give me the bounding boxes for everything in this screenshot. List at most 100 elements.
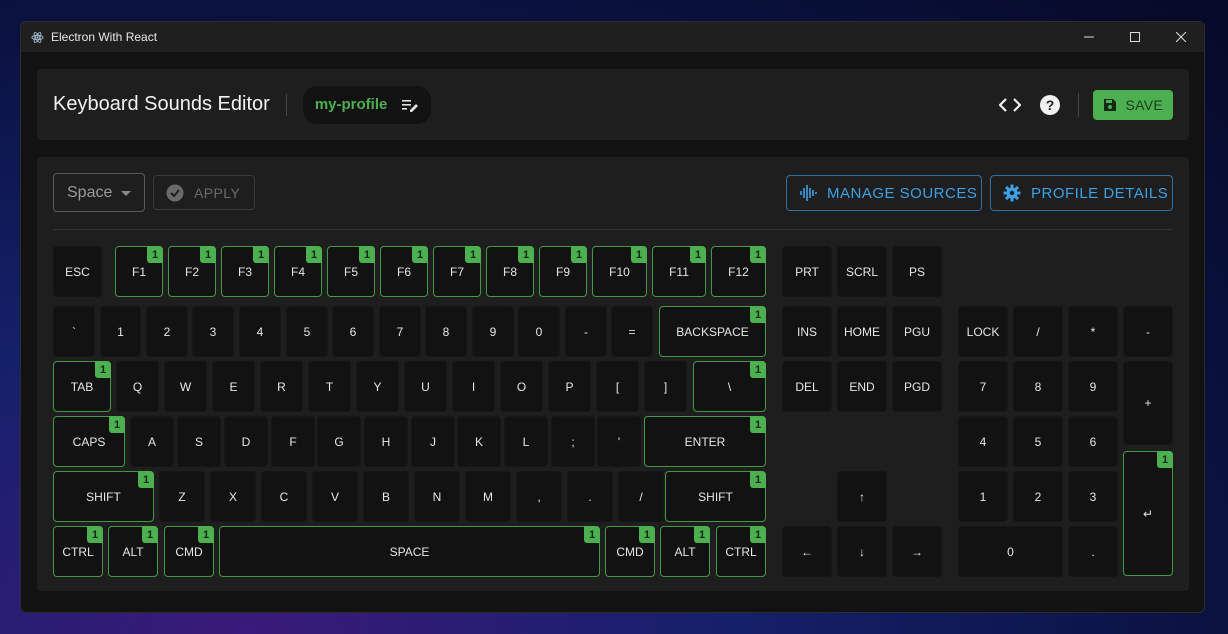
key-t[interactable]: T	[308, 361, 351, 412]
key-8[interactable]: 8	[425, 306, 467, 357]
key-4[interactable]: 4	[239, 306, 281, 357]
key-j[interactable]: J	[411, 416, 455, 467]
key-rbracket[interactable]: ]	[644, 361, 687, 412]
key-p[interactable]: P	[548, 361, 591, 412]
key-numsub[interactable]: -	[1123, 306, 1173, 357]
key-6[interactable]: 6	[332, 306, 374, 357]
key-slash[interactable]: /	[618, 471, 664, 522]
key-x[interactable]: X	[210, 471, 256, 522]
key-lctrl[interactable]: CTRL 1	[53, 526, 103, 577]
key-backtick[interactable]: `	[53, 306, 95, 357]
key-period[interactable]: .	[567, 471, 613, 522]
key-f[interactable]: F	[271, 416, 315, 467]
key-f12[interactable]: F12 1	[711, 246, 766, 297]
key-lalt[interactable]: ALT 1	[108, 526, 158, 577]
minimize-icon[interactable]	[1066, 22, 1112, 52]
key-num9[interactable]: 9	[1068, 361, 1118, 412]
key-ps[interactable]: PS	[892, 246, 942, 297]
key-f9[interactable]: F9 1	[539, 246, 587, 297]
key-d[interactable]: D	[224, 416, 268, 467]
key-quote[interactable]: '	[597, 416, 641, 467]
key-equals[interactable]: =	[611, 306, 653, 357]
key-f10[interactable]: F10 1	[592, 246, 647, 297]
key-f2[interactable]: F2 1	[168, 246, 216, 297]
key-scrl[interactable]: SCRL	[837, 246, 887, 297]
key-numdiv[interactable]: /	[1013, 306, 1063, 357]
key-lshift[interactable]: SHIFT 1	[53, 471, 154, 522]
key-numenter[interactable]: ↵ 1	[1123, 451, 1173, 576]
close-icon[interactable]	[1158, 22, 1204, 52]
key-select[interactable]: Space	[53, 173, 145, 212]
key-i[interactable]: I	[452, 361, 495, 412]
key-up[interactable]: ↑	[837, 471, 887, 522]
key-z[interactable]: Z	[159, 471, 205, 522]
key-num6[interactable]: 6	[1068, 416, 1118, 467]
key-l[interactable]: L	[504, 416, 548, 467]
key-g[interactable]: G	[317, 416, 361, 467]
key-down[interactable]: ↓	[837, 526, 887, 577]
key-semicolon[interactable]: ;	[551, 416, 595, 467]
code-icon[interactable]	[996, 91, 1024, 119]
key-left[interactable]: ←	[782, 526, 832, 577]
key-q[interactable]: Q	[116, 361, 159, 412]
key-v[interactable]: V	[312, 471, 358, 522]
key-num7[interactable]: 7	[958, 361, 1008, 412]
key-b[interactable]: B	[363, 471, 409, 522]
key-c[interactable]: C	[261, 471, 307, 522]
key-0[interactable]: 0	[518, 306, 560, 357]
key-rcmd[interactable]: CMD 1	[605, 526, 655, 577]
key-a[interactable]: A	[130, 416, 174, 467]
maximize-icon[interactable]	[1112, 22, 1158, 52]
key-3[interactable]: 3	[192, 306, 234, 357]
key-num1[interactable]: 1	[958, 471, 1008, 522]
manage-sources-button[interactable]: MANAGE SOURCES	[786, 175, 982, 211]
key-ins[interactable]: INS	[782, 306, 832, 357]
key-e[interactable]: E	[212, 361, 255, 412]
key-f3[interactable]: F3 1	[221, 246, 269, 297]
key-2[interactable]: 2	[146, 306, 188, 357]
key-lbracket[interactable]: [	[596, 361, 639, 412]
key-space[interactable]: SPACE 1	[219, 526, 600, 577]
profile-details-button[interactable]: PROFILE DETAILS	[990, 175, 1173, 211]
key-numdot[interactable]: .	[1068, 526, 1118, 577]
key-num2[interactable]: 2	[1013, 471, 1063, 522]
key-f11[interactable]: F11 1	[652, 246, 706, 297]
key-w[interactable]: W	[164, 361, 207, 412]
key-comma[interactable]: ,	[516, 471, 562, 522]
key-m[interactable]: M	[465, 471, 511, 522]
key-f1[interactable]: F1 1	[115, 246, 163, 297]
key-k[interactable]: K	[457, 416, 501, 467]
key-y[interactable]: Y	[356, 361, 399, 412]
help-icon[interactable]: ?	[1036, 91, 1064, 119]
key-r[interactable]: R	[260, 361, 303, 412]
key-n[interactable]: N	[414, 471, 460, 522]
key-9[interactable]: 9	[472, 306, 514, 357]
key-del[interactable]: DEL	[782, 361, 832, 412]
key-h[interactable]: H	[364, 416, 408, 467]
key-o[interactable]: O	[500, 361, 543, 412]
key-f6[interactable]: F6 1	[380, 246, 428, 297]
key-num3[interactable]: 3	[1068, 471, 1118, 522]
key-num8[interactable]: 8	[1013, 361, 1063, 412]
key-home[interactable]: HOME	[837, 306, 887, 357]
apply-button[interactable]: APPLY	[153, 175, 255, 210]
key-lcmd[interactable]: CMD 1	[164, 526, 214, 577]
key-7[interactable]: 7	[379, 306, 421, 357]
key-num4[interactable]: 4	[958, 416, 1008, 467]
key-ralt[interactable]: ALT 1	[660, 526, 710, 577]
key-numadd[interactable]: +	[1123, 361, 1173, 445]
key-5[interactable]: 5	[286, 306, 328, 357]
key-pgu[interactable]: PGU	[892, 306, 942, 357]
key-prt[interactable]: PRT	[782, 246, 832, 297]
profile-chip[interactable]: my-profile	[302, 85, 432, 124]
key-right[interactable]: →	[892, 526, 942, 577]
key-caps[interactable]: CAPS 1	[53, 416, 125, 467]
key-s[interactable]: S	[177, 416, 221, 467]
key-f8[interactable]: F8 1	[486, 246, 534, 297]
key-num0[interactable]: 0	[958, 526, 1063, 577]
key-num5[interactable]: 5	[1013, 416, 1063, 467]
key-nummul[interactable]: *	[1068, 306, 1118, 357]
key-f5[interactable]: F5 1	[327, 246, 375, 297]
key-minus[interactable]: -	[565, 306, 607, 357]
key-esc[interactable]: ESC	[53, 246, 102, 297]
